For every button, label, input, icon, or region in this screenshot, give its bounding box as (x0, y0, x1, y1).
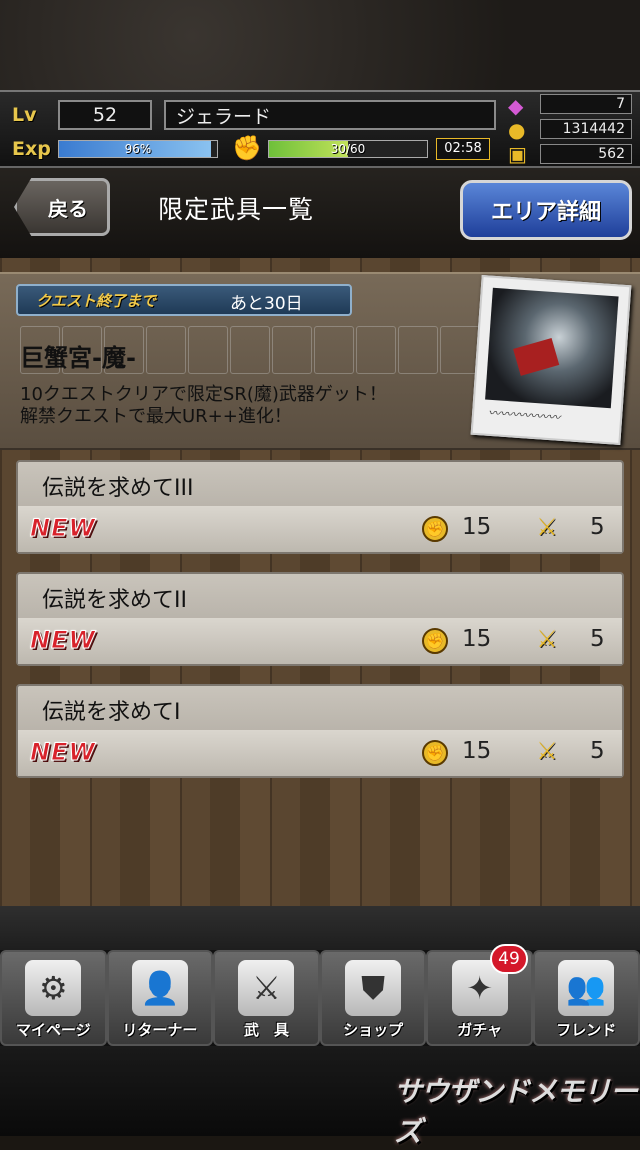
gold-count: 1314442 (540, 119, 632, 139)
reward-weapon-photo[interactable]: 〰〰〰〰〰〰 (470, 274, 632, 446)
event-desc-line-2: 解禁クエストで最大UR++進化！ (20, 406, 292, 427)
quest-end-label: クエスト終了まで (36, 292, 157, 310)
weapon-image (485, 287, 619, 409)
crossed-swords-icon: ⚔ (536, 513, 558, 541)
stamina-cost: 15 (462, 514, 492, 540)
medal-icon: ▣ (508, 142, 527, 166)
stamina-cost: 15 (462, 626, 492, 652)
nav-shop[interactable]: ⛊ ショップ (319, 950, 427, 1046)
portrait-icon: 👤 (131, 960, 188, 1016)
quest-item-stats-row (18, 506, 622, 552)
nav-label: 武 具 (243, 1021, 289, 1039)
quest-item[interactable]: 伝説を求めてIII NEW ✊ 15 ⚔ 5 (16, 460, 624, 554)
nav-weapon[interactable]: ⚔ 武 具 (213, 950, 320, 1046)
weapon-icon: ⚔ (238, 960, 295, 1016)
event-title: 巨蟹宮-魔- (20, 344, 136, 372)
quest-name: 伝説を求めてIII (42, 476, 194, 501)
crossed-swords-icon: ⚔ (536, 737, 558, 765)
quest-remaining: あと30日 (230, 294, 303, 314)
area-detail-button[interactable]: エリア詳細 (460, 180, 632, 240)
level-label: Lv (12, 104, 37, 126)
quest-item[interactable]: 伝説を求めてII NEW ✊ 15 ⚔ 5 (16, 572, 624, 666)
quest-item-stats-row (18, 618, 622, 664)
gem-icon: ◆ (508, 94, 524, 118)
page-title: 限定武具一覧 (158, 195, 315, 224)
nav-label: ショップ (343, 1021, 404, 1039)
friends-icon: 👥 (558, 960, 615, 1016)
player-name: ジェラード (164, 100, 496, 130)
nav-label: フレンド (556, 1021, 617, 1039)
game-logo: サウザンドメモリーズ (394, 1075, 638, 1148)
stamina-fist-icon: ✊ (422, 740, 448, 766)
gold-coins-icon: ● (508, 118, 526, 142)
exp-bar: 96% (58, 140, 218, 158)
quest-item-stats-row (18, 730, 622, 776)
nav-label: ガチャ (457, 1021, 503, 1039)
nav-friends[interactable]: 👥 フレンド (532, 950, 640, 1046)
bottom-shade (0, 906, 640, 950)
stamina-cost: 15 (462, 738, 492, 764)
quest-name: 伝説を求めてI (42, 700, 181, 725)
coin-count: 562 (540, 144, 632, 164)
stamina-bar: 30/60 (268, 140, 428, 158)
battle-count: 5 (590, 626, 605, 652)
stamina-fist-icon: ✊ (232, 134, 262, 162)
signature-scribble: 〰〰〰〰〰〰 (487, 405, 561, 425)
exp-label: Exp (12, 138, 51, 160)
battle-count: 5 (590, 514, 605, 540)
battle-count: 5 (590, 738, 605, 764)
nav-gear[interactable]: ⚙ マイページ (0, 950, 107, 1046)
quest-item[interactable]: 伝説を求めてI NEW ✊ 15 ⚔ 5 (16, 684, 624, 778)
new-tag: NEW (30, 514, 96, 543)
nav-portrait[interactable]: 👤 リターナー (106, 950, 214, 1046)
new-tag: NEW (30, 738, 96, 767)
level-value: 52 (58, 100, 152, 130)
back-button[interactable]: 戻る (14, 178, 110, 236)
nav-label: マイページ (15, 1021, 91, 1039)
stamina-fist-icon: ✊ (422, 516, 448, 542)
gacha-badge: 49 (490, 944, 528, 974)
crossed-swords-icon: ⚔ (536, 625, 558, 653)
bottom-nav: ⚙ マイページ 👤 リターナー ⚔ 武 具 ⛊ ショップ ✦ ガチャ 👥 フレン… (0, 950, 640, 1046)
new-tag: NEW (30, 626, 96, 655)
exp-percent: 96% (124, 142, 152, 156)
quest-end-ribbon: クエスト終了まで あと30日 (16, 284, 352, 316)
event-description: 10クエストクリアで限定SR(魔)武器ゲット！ 解禁クエストで最大UR++進化！ (20, 384, 387, 428)
status-panel: Lv 52 ジェラード Exp 96% ✊ 30/60 02:58 ◆ 7 ● … (0, 90, 640, 168)
shop-icon: ⛊ (345, 960, 402, 1016)
gem-count: 7 (540, 94, 632, 114)
event-desc-line-1: 10クエストクリアで限定SR(魔)武器ゲット！ (20, 384, 387, 405)
nav-label: リターナー (122, 1021, 198, 1039)
stamina-timer: 02:58 (436, 138, 490, 160)
stamina-text: 30/60 (330, 142, 366, 156)
top-background (0, 0, 640, 90)
stamina-fist-icon: ✊ (422, 628, 448, 654)
gear-icon: ⚙ (25, 960, 82, 1016)
quest-name: 伝説を求めてII (42, 588, 187, 613)
